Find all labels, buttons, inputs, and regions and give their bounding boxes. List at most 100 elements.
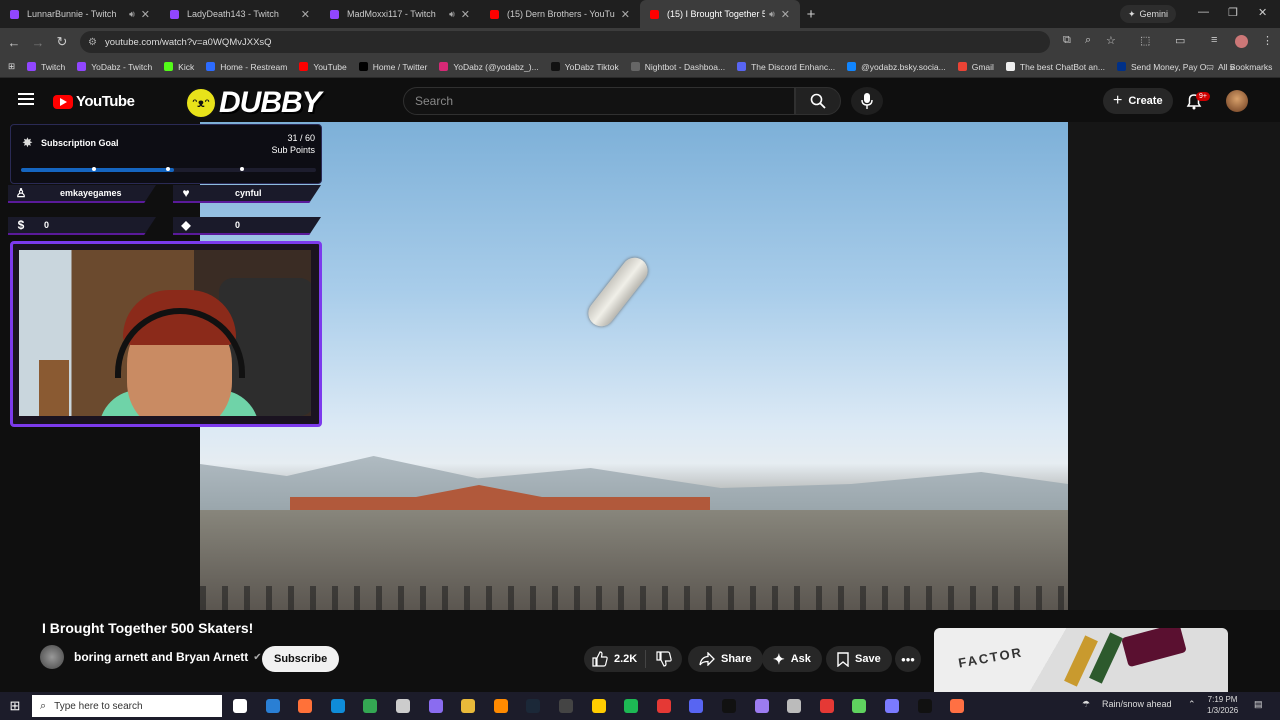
close-tab-icon[interactable]: ✕ [461,8,470,21]
all-bookmarks[interactable]: ▭ All Bookmarks [1200,61,1278,72]
gemini-button[interactable]: ✦ Gemini [1120,5,1177,23]
search-input[interactable]: Search [403,87,795,115]
channel-info[interactable]: boring arnett and Bryan Arnett ✔ [40,645,262,669]
create-button[interactable]: + Create [1103,88,1173,114]
app-icon[interactable] [656,699,671,713]
app-icon[interactable] [950,699,965,713]
taskbar-clock[interactable]: 7:19 PM 1/3/2026 [1207,694,1238,716]
browser-tab[interactable]: (15) Dern Brothers - YouTube ✕ [480,0,640,28]
steam-icon[interactable] [526,699,541,713]
bookmark-item[interactable]: YoDabz - Twitch [71,62,158,72]
search-button[interactable] [795,87,841,115]
site-info-icon[interactable]: ⚙ [88,37,97,48]
bookmark-item[interactable]: The Discord Enhanc... [731,62,841,72]
install-app-icon[interactable]: ⧉ [1063,34,1071,47]
maximize-button[interactable]: ❐ [1228,6,1238,19]
edge-icon[interactable] [330,699,345,713]
tiktok-icon[interactable] [917,699,932,713]
account-avatar[interactable] [1226,90,1248,112]
app-icon[interactable] [885,699,899,713]
extensions-icon[interactable]: ⬚ [1140,34,1150,47]
file-explorer-icon[interactable] [461,699,476,713]
discord-icon[interactable] [689,699,704,713]
taskbar-search-input[interactable]: ⌕ Type here to search [32,695,222,717]
dubby-channel-logo: ᵔᴥᵔ DUBBY [185,86,322,120]
share-button[interactable]: Share [688,646,763,672]
share-label: Share [721,653,752,665]
zoom-icon[interactable]: ⌕ [1085,34,1091,47]
profile-avatar[interactable] [1235,35,1248,48]
speaker-icon[interactable]: 🔊︎ [449,9,455,20]
youtube-logo[interactable]: YouTube [53,93,135,110]
bookmark-item[interactable]: YoDabz (@yodabz_)... [433,62,544,72]
browser-tab[interactable]: LadyDeath143 - Twitch ✕ [160,0,320,28]
media-controls-icon[interactable]: ≡ [1211,34,1217,46]
channel-avatar[interactable] [40,645,64,669]
menu-icon[interactable] [18,93,34,108]
app-icon[interactable] [591,699,606,713]
back-button[interactable]: ← [2,35,26,50]
new-tab-button[interactable]: + [800,6,822,23]
like-button[interactable]: 2.2K [584,650,646,668]
url-field[interactable]: ⚙ youtube.com/watch?v=a0WQMvJXXsQ [80,31,1050,53]
obs-icon[interactable] [396,699,410,713]
bookmark-item[interactable]: YouTube [293,62,352,72]
speaker-icon[interactable]: 🔊︎ [769,9,775,20]
more-actions-button[interactable]: ••• [895,646,921,672]
dislike-button[interactable] [646,651,682,667]
browser-tab[interactable]: LunnarBunnie - Twitch 🔊︎ ✕ [0,0,160,28]
weather-icon[interactable]: ☂ [1082,699,1090,710]
voice-search-button[interactable] [851,87,883,115]
bookmark-item[interactable]: Twitch [21,62,71,72]
spotify-icon[interactable] [624,699,639,713]
bookmark-favicon [550,62,560,71]
windows-start-icon[interactable]: ⊞ [0,698,30,714]
close-window-button[interactable]: ✕ [1258,6,1267,19]
bookmark-item[interactable]: Gmail [952,62,1000,72]
speaker-icon[interactable]: 🔊︎ [129,9,135,20]
settings-icon[interactable] [787,699,802,713]
sidepanel-icon[interactable]: ▭ [1175,34,1185,47]
reload-button[interactable]: ↻ [50,34,74,50]
browser-tab[interactable]: MadMoxxi117 - Twitch 🔊︎ ✕ [320,0,480,28]
video-player[interactable] [200,122,1068,610]
bookmark-star-icon[interactable]: ☆ [1106,34,1116,47]
notification-center-icon[interactable]: ▤ [1254,699,1263,710]
close-tab-icon[interactable]: ✕ [781,8,790,21]
minimize-button[interactable]: — [1198,6,1209,18]
bookmark-item[interactable]: Home / Twitter [353,62,434,72]
tray-overflow-icon[interactable]: ⌃ [1188,699,1196,710]
weather-text[interactable]: Rain/snow ahead [1102,699,1172,709]
ask-button[interactable]: ✦ Ask [762,646,822,672]
copilot-icon[interactable] [265,699,280,713]
app-icon[interactable] [493,699,508,713]
bookmark-item[interactable]: YoDabz Tiktok [545,62,625,72]
sponsored-ad-banner[interactable]: FACTOR [934,628,1228,692]
bookmark-item[interactable]: Home - Restream [200,62,293,72]
chrome-icon[interactable] [363,699,378,713]
app-icon[interactable] [852,699,867,713]
app-icon[interactable] [754,699,769,713]
bookmark-item[interactable]: Nightbot - Dashboa... [625,62,731,72]
channel-name[interactable]: boring arnett and Bryan Arnett [74,650,248,664]
app-icon[interactable] [722,699,736,713]
close-tab-icon[interactable]: ✕ [301,8,310,21]
bookmark-item[interactable]: @yodabz.bsky.socia... [841,62,952,72]
app-icon[interactable] [819,699,834,713]
browser-menu-icon[interactable]: ⋮ [1262,34,1273,47]
close-tab-icon[interactable]: ✕ [621,8,630,21]
bookmark-item[interactable]: The best ChatBot an... [1000,62,1111,72]
forward-button[interactable]: → [26,35,50,50]
save-button[interactable]: Save [826,646,892,672]
browser-tab[interactable]: (15) I Brought Together 500🔊︎ ✕ [640,0,800,28]
app-icon[interactable] [428,699,443,713]
task-view-icon[interactable] [233,699,247,713]
subscribe-button[interactable]: Subscribe [262,646,340,672]
close-tab-icon[interactable]: ✕ [141,8,150,21]
apps-icon[interactable]: ⊞ [0,61,21,72]
epic-games-icon[interactable] [559,699,573,713]
bookmark-item[interactable]: Kick [158,62,200,72]
bookmark-favicon [206,62,216,71]
video-title: I Brought Together 500 Skaters! [42,620,254,636]
firefox-icon[interactable] [298,699,313,713]
